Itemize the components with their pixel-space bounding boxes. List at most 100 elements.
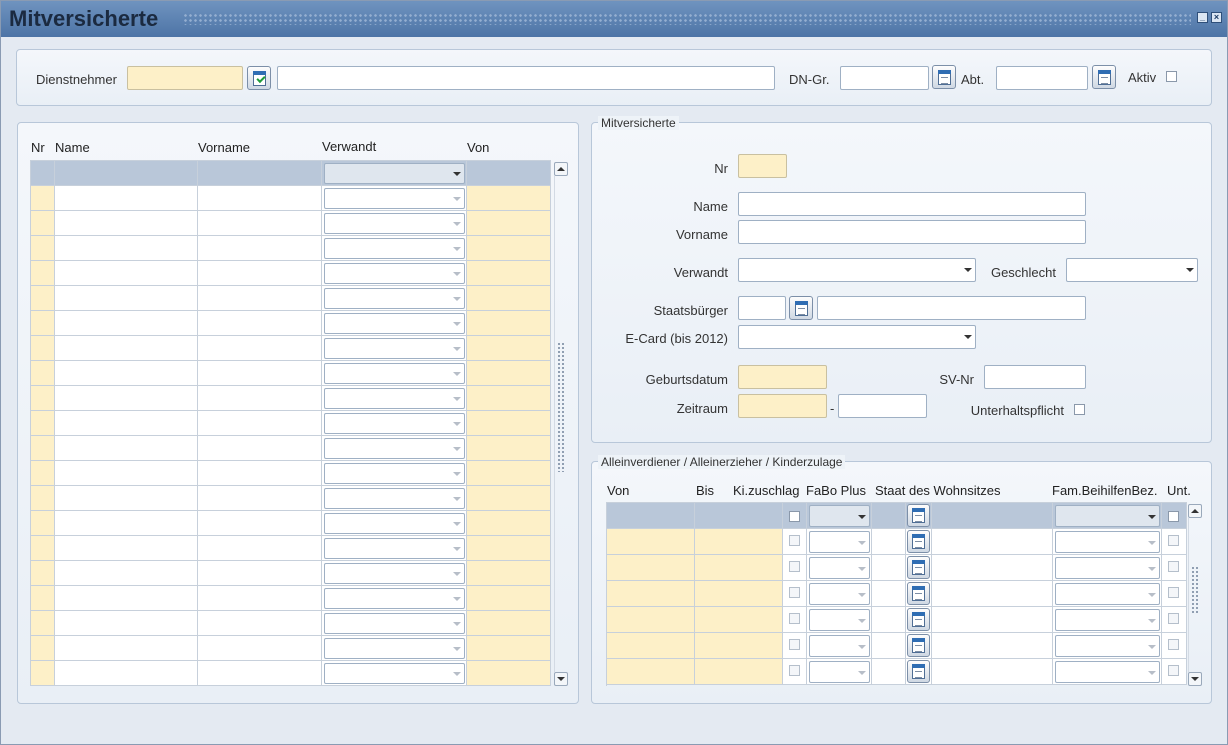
bis-cell[interactable] (695, 529, 783, 555)
kizuschlag-cell[interactable] (783, 633, 807, 659)
name-cell[interactable] (55, 636, 198, 661)
nr-cell[interactable] (31, 211, 55, 236)
von-cell[interactable] (467, 261, 551, 286)
vorname-cell[interactable] (198, 361, 322, 386)
kizuschlag-cell[interactable] (783, 529, 807, 555)
row-checkbox[interactable] (1168, 613, 1179, 624)
vorname-cell[interactable] (198, 186, 322, 211)
name-cell[interactable] (55, 236, 198, 261)
name-cell[interactable] (55, 461, 198, 486)
nr-cell[interactable] (31, 411, 55, 436)
verwandt-select[interactable] (324, 588, 465, 609)
staat-code-cell[interactable] (872, 529, 906, 555)
fambeihilfe-select[interactable] (1055, 635, 1160, 657)
name-cell[interactable] (55, 586, 198, 611)
von-cell[interactable] (467, 311, 551, 336)
staat-name-cell[interactable] (932, 659, 1053, 685)
unt-cell[interactable] (1162, 529, 1187, 555)
verwandt-cell[interactable] (322, 486, 467, 511)
vorname-cell[interactable] (198, 611, 322, 636)
staat-name-cell[interactable] (932, 581, 1053, 607)
von-cell[interactable] (467, 436, 551, 461)
table-row[interactable] (607, 659, 1187, 685)
name-cell[interactable] (55, 336, 198, 361)
table-row[interactable] (31, 636, 551, 661)
fambeihilfe-cell[interactable] (1053, 529, 1162, 555)
verwandt-cell[interactable] (322, 511, 467, 536)
staat-lookup-button[interactable] (907, 530, 930, 553)
verwandt-cell[interactable] (322, 411, 467, 436)
nr-cell[interactable] (31, 561, 55, 586)
name-cell[interactable] (55, 211, 198, 236)
name-cell[interactable] (55, 536, 198, 561)
verwandt-select[interactable] (324, 638, 465, 659)
staat-lookup-cell[interactable] (906, 633, 932, 659)
row-checkbox[interactable] (789, 535, 800, 546)
staat-code-cell[interactable] (872, 659, 906, 685)
fambeihilfe-cell[interactable] (1053, 607, 1162, 633)
kizuschlag-cell[interactable] (783, 659, 807, 685)
nr-cell[interactable] (31, 311, 55, 336)
table-row[interactable] (31, 261, 551, 286)
verwandt-select[interactable] (324, 288, 465, 309)
verwandt-select[interactable] (324, 463, 465, 484)
nr-cell[interactable] (31, 536, 55, 561)
vorname-cell[interactable] (198, 211, 322, 236)
verwandt-select[interactable] (738, 258, 976, 282)
staat-lookup-button[interactable] (907, 556, 930, 579)
von-cell[interactable] (467, 661, 551, 686)
unt-cell[interactable] (1162, 503, 1187, 529)
dn-gr-input[interactable] (840, 66, 929, 90)
table-row[interactable] (31, 236, 551, 261)
verwandt-select[interactable] (324, 488, 465, 509)
unt-cell[interactable] (1162, 633, 1187, 659)
nr-cell[interactable] (31, 261, 55, 286)
table-row[interactable] (31, 361, 551, 386)
von-cell[interactable] (467, 411, 551, 436)
fabo-select[interactable] (809, 531, 870, 553)
bis-cell[interactable] (695, 503, 783, 529)
fabo-select[interactable] (809, 505, 870, 527)
bis-cell[interactable] (695, 555, 783, 581)
scroll-grip[interactable] (557, 342, 565, 472)
nr-cell[interactable] (31, 511, 55, 536)
staat-lookup-button[interactable] (907, 582, 930, 605)
fambeihilfe-select[interactable] (1055, 609, 1160, 631)
von-cell[interactable] (607, 555, 695, 581)
fabo-cell[interactable] (807, 555, 872, 581)
staat-code-cell[interactable] (872, 633, 906, 659)
unt-cell[interactable] (1162, 555, 1187, 581)
verwandt-cell[interactable] (322, 311, 467, 336)
verwandt-cell[interactable] (322, 386, 467, 411)
von-cell[interactable] (467, 386, 551, 411)
fabo-cell[interactable] (807, 581, 872, 607)
name-cell[interactable] (55, 611, 198, 636)
verwandt-select[interactable] (324, 438, 465, 459)
list-scrollbar[interactable] (554, 162, 568, 686)
vorname-cell[interactable] (198, 536, 322, 561)
fabo-cell[interactable] (807, 503, 872, 529)
staat-lookup-cell[interactable] (906, 581, 932, 607)
filter-row[interactable] (607, 503, 1187, 529)
von-cell[interactable] (467, 611, 551, 636)
vorname-cell[interactable] (198, 436, 322, 461)
vorname-cell[interactable] (198, 286, 322, 311)
dienstnehmer-nr-input[interactable] (127, 66, 243, 90)
table-row[interactable] (607, 581, 1187, 607)
name-cell[interactable] (55, 161, 198, 186)
vorname-cell[interactable] (198, 511, 322, 536)
scroll-up-icon[interactable] (554, 162, 568, 176)
von-cell[interactable] (467, 286, 551, 311)
fambeihilfe-cell[interactable] (1053, 633, 1162, 659)
table-row[interactable] (31, 311, 551, 336)
row-checkbox[interactable] (789, 587, 800, 598)
name-cell[interactable] (55, 411, 198, 436)
nr-cell[interactable] (31, 461, 55, 486)
von-cell[interactable] (607, 503, 695, 529)
fabo-select[interactable] (809, 557, 870, 579)
name-cell[interactable] (55, 511, 198, 536)
fambeihilfe-cell[interactable] (1053, 555, 1162, 581)
nr-input[interactable] (738, 154, 787, 178)
table-row[interactable] (31, 336, 551, 361)
select-all-checkbox[interactable] (789, 511, 800, 522)
